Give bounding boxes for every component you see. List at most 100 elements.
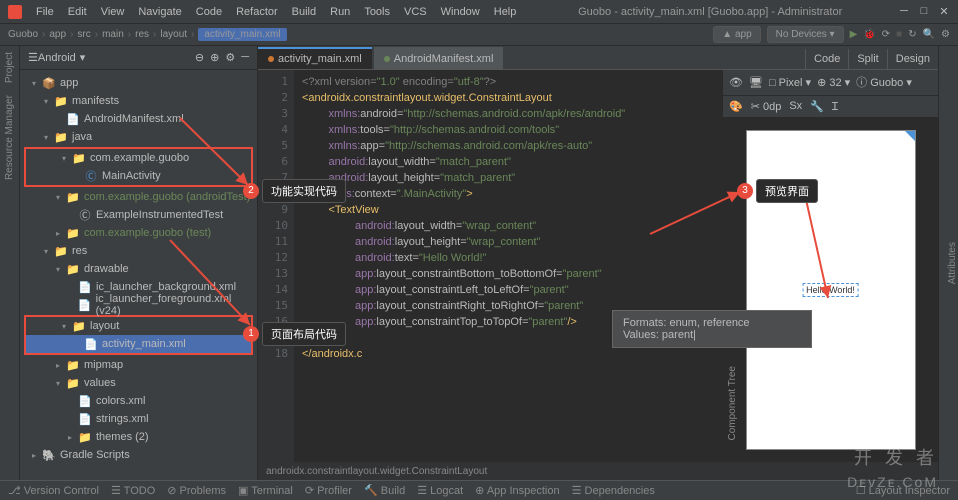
device-dropdown[interactable]: □ Pixel ▾ xyxy=(769,76,811,89)
editor-area: activity_main.xml AndroidManifest.xml Co… xyxy=(258,46,938,480)
panel-title[interactable]: Android xyxy=(38,52,76,64)
menu-window[interactable]: Window xyxy=(435,4,486,20)
margin-field[interactable]: ✂ 0dp xyxy=(751,100,782,113)
tree-gradle[interactable]: ▸🐘Gradle Scripts xyxy=(20,446,257,464)
app-icon xyxy=(8,5,22,19)
hide-icon[interactable]: ─ xyxy=(241,51,249,64)
tree-main-activity[interactable]: ⒸMainActivity xyxy=(26,167,251,185)
tree-pkg-main[interactable]: ▾📁com.example.guobo xyxy=(26,149,251,167)
devices-dropdown[interactable]: No Devices ▾ xyxy=(767,26,844,43)
tree-java[interactable]: ▾📁java xyxy=(20,128,257,146)
run-icon[interactable]: ▶ xyxy=(850,29,858,40)
tree-manifest-file[interactable]: 📄AndroidManifest.xml xyxy=(20,110,257,128)
settings-icon[interactable]: ⚙ xyxy=(941,29,950,40)
bc-project[interactable]: Guobo xyxy=(8,29,38,40)
tree-layout[interactable]: ▾📁layout xyxy=(26,317,251,335)
device-preview[interactable]: Hello World! xyxy=(723,118,938,462)
bc-file[interactable]: activity_main.xml xyxy=(198,28,286,41)
gear-icon[interactable]: ⚙ xyxy=(225,51,235,64)
menu-run[interactable]: Run xyxy=(324,4,356,20)
tree-drawable[interactable]: ▾📁drawable xyxy=(20,260,257,278)
search-icon[interactable]: 🔍 xyxy=(923,29,935,40)
tree-drw2[interactable]: 📄ic_launcher_foreground.xml (v24) xyxy=(20,296,257,314)
sb-profiler[interactable]: ⟳ Profiler xyxy=(305,484,352,497)
sb-terminal[interactable]: ▣ Terminal xyxy=(238,484,293,497)
tree-values[interactable]: ▾📁values xyxy=(20,374,257,392)
tree-res[interactable]: ▾📁res xyxy=(20,242,257,260)
annotation-text-3: 预览界面 xyxy=(756,179,818,203)
code-hint-tooltip: Formats: enum, reference Values: parent| xyxy=(612,310,812,348)
menu-view[interactable]: View xyxy=(95,4,131,20)
orientation-icon[interactable]: 🖥 xyxy=(749,76,763,89)
sync-icon[interactable]: ↻ xyxy=(908,29,916,40)
tree-activity-main[interactable]: 📄activity_main.xml xyxy=(26,335,251,353)
right-gutter: Attributes xyxy=(938,46,958,480)
mode-design[interactable]: Design xyxy=(887,49,938,69)
tab-manifest[interactable]: AndroidManifest.xml xyxy=(374,47,504,69)
guide-icon[interactable]: Ɪ xyxy=(832,99,838,114)
sb-build[interactable]: 🔨 Build xyxy=(364,484,405,497)
sb-todo[interactable]: ☰ TODO xyxy=(111,484,155,497)
watermark-1: 开 发 者 xyxy=(854,444,938,470)
locate-icon[interactable]: ⊕ xyxy=(210,51,219,64)
menu-refactor[interactable]: Refactor xyxy=(230,4,284,20)
profile-icon[interactable]: ⟳ xyxy=(882,29,890,40)
bc-main[interactable]: main xyxy=(102,29,124,40)
tools-icon[interactable]: 🔧 xyxy=(810,100,824,113)
debug-icon[interactable]: 🐞 xyxy=(863,29,875,40)
menu-build[interactable]: Build xyxy=(286,4,322,20)
run-config-dropdown[interactable]: ▲ app xyxy=(713,26,760,43)
bc-res[interactable]: res xyxy=(135,29,149,40)
android-scope-icon[interactable]: ☰ xyxy=(28,51,38,64)
bc-app[interactable]: app xyxy=(49,29,66,40)
eye-icon[interactable]: 👁 xyxy=(729,76,743,89)
maximize-icon[interactable]: □ xyxy=(918,5,930,18)
tree-example-test[interactable]: ⒸExampleInstrumentedTest xyxy=(20,206,257,224)
theme-dropdown[interactable]: ⓘ Guobo ▾ xyxy=(856,74,912,90)
menu-tools[interactable]: Tools xyxy=(358,4,396,20)
tree-strings[interactable]: 📄strings.xml xyxy=(20,410,257,428)
menu-navigate[interactable]: Navigate xyxy=(132,4,187,20)
mode-split[interactable]: Split xyxy=(848,49,886,69)
bc-layout[interactable]: layout xyxy=(160,29,187,40)
mode-code[interactable]: Code xyxy=(805,49,848,69)
watermark-2: DᴇᴠZᴇ.CᴏM xyxy=(847,474,938,490)
sb-inspection[interactable]: ⊕ App Inspection xyxy=(475,484,559,497)
sb-problems[interactable]: ⊘ Problems xyxy=(167,484,226,497)
minimize-icon[interactable]: ─ xyxy=(898,5,910,18)
api-dropdown[interactable]: ⊕ 32 ▾ xyxy=(817,76,850,89)
code-editor[interactable]: 123456789101112131415161718 <?xml versio… xyxy=(258,70,722,462)
menu-edit[interactable]: Edit xyxy=(62,4,93,20)
project-tree: ▾📦app ▾📁manifests 📄AndroidManifest.xml ▾… xyxy=(20,70,257,468)
sb-deps[interactable]: ☰ Dependencies xyxy=(572,484,655,497)
sb-vcs[interactable]: ⎇ Version Control xyxy=(8,484,99,497)
resource-tool[interactable]: Resource Manager xyxy=(4,95,15,180)
tree-pkg-test2[interactable]: ▸📁com.example.guobo (test) xyxy=(20,224,257,242)
close-icon[interactable]: ✕ xyxy=(938,5,950,18)
tree-manifests[interactable]: ▾📁manifests xyxy=(20,92,257,110)
palette-icon[interactable]: 🎨 xyxy=(729,100,743,113)
tree-pkg-test1[interactable]: ▾📁com.example.guobo (androidTest) xyxy=(20,188,257,206)
menu-bar: File Edit View Navigate Code Refactor Bu… xyxy=(30,4,522,20)
annotation-badge-1: 1 xyxy=(243,326,259,342)
tree-colors[interactable]: 📄colors.xml xyxy=(20,392,257,410)
menu-vcs[interactable]: VCS xyxy=(398,4,433,20)
tree-themes[interactable]: ▸📁themes (2) xyxy=(20,428,257,446)
project-tool[interactable]: Project xyxy=(4,52,15,83)
collapse-icon[interactable]: ⊖ xyxy=(195,51,204,64)
breadcrumb-bottom[interactable]: androidx.constraintlayout.widget.Constra… xyxy=(258,462,938,480)
sb-logcat[interactable]: ☰ Logcat xyxy=(417,484,463,497)
code-content[interactable]: <?xml version="1.0" encoding="utf-8"?> <… xyxy=(294,70,722,462)
tree-app[interactable]: ▾📦app xyxy=(20,74,257,92)
preview-textview[interactable]: Hello World! xyxy=(802,283,859,297)
menu-help[interactable]: Help xyxy=(488,4,523,20)
component-tree-label[interactable]: Component Tree xyxy=(727,366,738,441)
menu-file[interactable]: File xyxy=(30,4,60,20)
tab-activity-main[interactable]: activity_main.xml xyxy=(258,47,372,69)
bc-src[interactable]: src xyxy=(77,29,90,40)
stop-icon[interactable]: ■ xyxy=(896,29,902,40)
attributes-tool[interactable]: Attributes xyxy=(947,242,958,284)
menu-code[interactable]: Code xyxy=(190,4,228,20)
tree-mipmap[interactable]: ▸📁mipmap xyxy=(20,356,257,374)
sx-icon[interactable]: Sx xyxy=(789,100,802,112)
